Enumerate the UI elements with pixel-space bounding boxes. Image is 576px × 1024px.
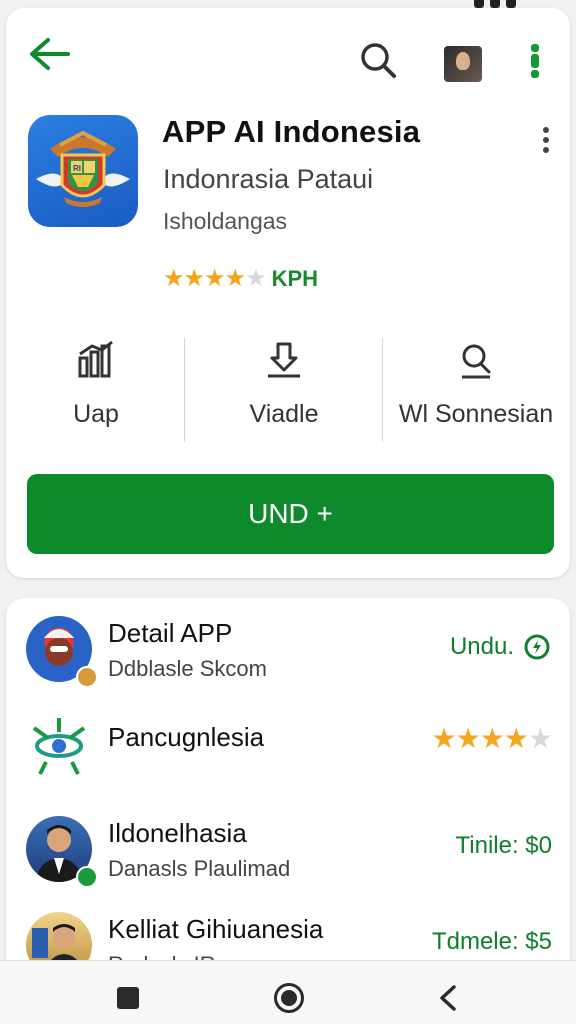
- item-title: Ildonelhasia: [108, 818, 247, 848]
- app-title: APP AI Indonesia: [162, 114, 421, 149]
- rating-stars: ★★★★★: [431, 723, 553, 754]
- install-button[interactable]: UND +: [27, 474, 554, 554]
- stat-wl-sonnesian[interactable]: Wl Sonnesian: [382, 330, 570, 442]
- edit-badge-icon: [76, 666, 98, 688]
- rating-stars: ★★★★★: [163, 265, 267, 292]
- chevron-left-icon: [440, 985, 456, 1011]
- stats-row: Uap Viadle Wl Sonnesian: [6, 330, 570, 442]
- system-nav-bar: [0, 960, 576, 1024]
- related-apps-card: Detail APP Ddblasle Skcom Undu. Pancugnl…: [6, 598, 570, 968]
- item-rating: ★★★★★: [431, 722, 553, 755]
- list-item[interactable]: Ildonelhasia Danasls Plaulimad Tinile: $…: [6, 798, 570, 894]
- update-icon: [524, 634, 550, 660]
- item-thumbnail: [26, 712, 92, 778]
- app-more-button[interactable]: [534, 124, 558, 158]
- more-vertical-icon: [531, 44, 539, 78]
- app-rating: ★★★★★ KPH: [163, 264, 318, 293]
- more-vertical-icon: [543, 127, 549, 153]
- arrow-left-icon: [30, 38, 70, 70]
- home-button[interactable]: [274, 983, 304, 1013]
- stat-divider: [184, 338, 185, 442]
- top-app-bar: [6, 8, 570, 100]
- app-developer[interactable]: Isholdangas: [163, 208, 287, 235]
- search-icon: [361, 43, 396, 78]
- item-price: Tinile: $0: [455, 832, 553, 859]
- list-item[interactable]: Pancugnlesia ★★★★★: [6, 694, 570, 790]
- stat-uap[interactable]: Uap: [6, 330, 186, 442]
- emblem-icon: RI: [36, 130, 130, 207]
- user-search-icon: [456, 340, 496, 385]
- wifi-icon: [490, 0, 500, 8]
- app-icon: RI: [28, 115, 138, 227]
- download-icon: [264, 340, 304, 385]
- stat-label: Viadle: [249, 400, 319, 428]
- rating-label: KPH: [271, 265, 319, 291]
- back-button[interactable]: [26, 34, 76, 74]
- update-label: Undu.: [449, 633, 514, 660]
- app-subtitle: Indonrasia Pataui: [163, 164, 374, 194]
- stat-viadle[interactable]: Viadle: [186, 330, 382, 442]
- stat-divider: [382, 338, 383, 442]
- update-action[interactable]: Undu.: [450, 632, 552, 662]
- item-title: Kelliat Gihiuanesia: [108, 914, 324, 944]
- item-subtitle: Ddblasle Skcom: [108, 656, 267, 681]
- stat-label: Uap: [73, 400, 119, 428]
- verified-badge-icon: [76, 866, 98, 888]
- overflow-menu-button[interactable]: [526, 40, 544, 82]
- battery-icon: [506, 0, 516, 8]
- svg-text:RI: RI: [73, 164, 81, 173]
- profile-avatar[interactable]: [444, 46, 482, 82]
- recents-button[interactable]: [117, 987, 139, 1009]
- item-title: Detail APP: [108, 618, 233, 648]
- chart-icon: [76, 340, 116, 385]
- signal-icon: [474, 0, 484, 8]
- stat-label: Wl Sonnesian: [398, 400, 554, 428]
- nav-back-button[interactable]: [436, 983, 460, 1013]
- search-button[interactable]: [356, 38, 400, 82]
- item-price: Tdmele: $5: [431, 928, 552, 955]
- list-item[interactable]: Kelliat Gihiuanesia Rodasls IRa Tdmele: …: [6, 894, 570, 968]
- app-header-card: RI APP AI Indonesia Indonrasia Pataui Is…: [6, 8, 570, 578]
- list-item[interactable]: Detail APP Ddblasle Skcom Undu.: [6, 598, 570, 694]
- item-title: Pancugnlesia: [108, 722, 265, 752]
- item-subtitle: Danasls Plaulimad: [108, 856, 291, 881]
